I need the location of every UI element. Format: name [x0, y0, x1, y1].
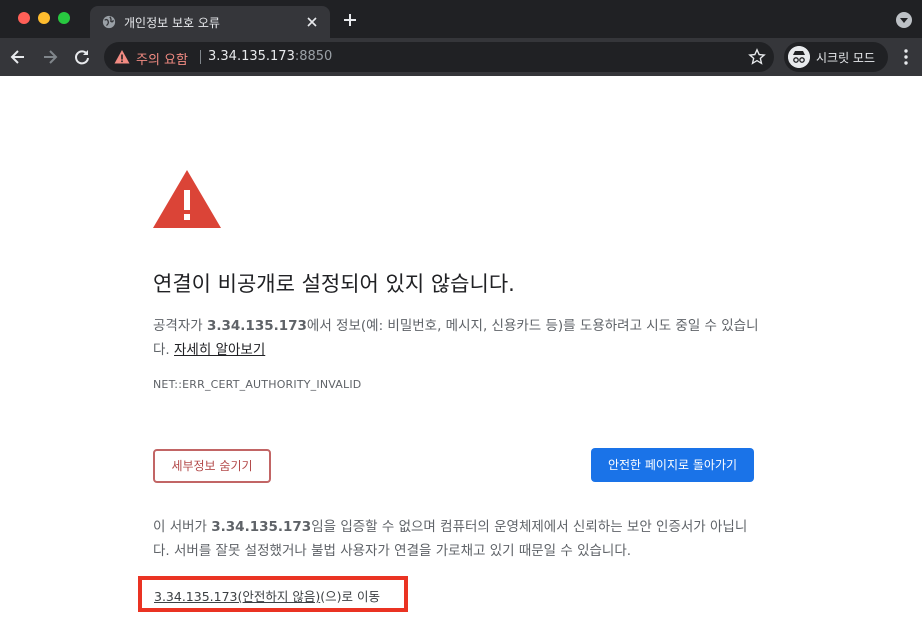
- window-minimize-button[interactable]: [38, 12, 50, 24]
- description-host: 3.34.135.173: [206, 318, 307, 334]
- proceed-suffix: (으)로 이동: [320, 589, 380, 604]
- security-chip[interactable]: 주의 요함: [136, 49, 188, 68]
- proceed-unsafe-link[interactable]: 3.34.135.173(안전하지 않음): [154, 589, 320, 604]
- warning-icon[interactable]: [114, 49, 130, 65]
- star-icon[interactable]: [748, 48, 766, 66]
- toolbar: 주의 요함 3.34.135.173:8850 시크릿 모드: [0, 38, 922, 76]
- proceed-line: 3.34.135.173(안전하지 않음)(으)로 이동: [154, 586, 380, 605]
- page-title: 연결이 비공개로 설정되어 있지 않습니다.: [153, 272, 515, 296]
- incognito-indicator[interactable]: 시크릿 모드: [784, 42, 888, 72]
- details-text: 이 서버가: [153, 519, 212, 535]
- window-maximize-button[interactable]: [58, 12, 70, 24]
- kebab-menu-icon[interactable]: [898, 47, 914, 67]
- details-description: 이 서버가 3.34.135.173임을 입증할 수 없으며 컴퓨터의 운영체제…: [153, 515, 763, 563]
- url-text[interactable]: 3.34.135.173:8850: [208, 49, 332, 64]
- incognito-icon: [788, 46, 810, 68]
- details-host: 3.34.135.173: [211, 519, 312, 535]
- hide-details-button[interactable]: 세부정보 숨기기: [153, 449, 271, 483]
- globe-icon: [102, 15, 116, 29]
- warning-icon: [153, 170, 221, 228]
- url-port: :8850: [294, 49, 333, 64]
- tab-title: 개인정보 보호 오류: [124, 16, 220, 30]
- back-arrow-icon[interactable]: [8, 47, 28, 67]
- description-text: 공격자가: [153, 318, 207, 334]
- forward-arrow-icon[interactable]: [40, 47, 60, 67]
- tab-strip: 개인정보 보호 오류: [0, 0, 922, 38]
- omnibox-divider: [200, 50, 201, 64]
- learn-more-link[interactable]: 자세히 알아보기: [174, 342, 265, 358]
- active-tab[interactable]: 개인정보 보호 오류: [90, 6, 330, 38]
- error-code: NET::ERR_CERT_AUTHORITY_INVALID: [153, 378, 362, 391]
- warning-description: 공격자가 3.34.135.173에서 정보(예: 비밀번호, 메시지, 신용카…: [153, 314, 763, 362]
- close-icon[interactable]: [304, 14, 320, 30]
- window-close-button[interactable]: [18, 12, 30, 24]
- tab-search-icon[interactable]: [896, 12, 912, 28]
- incognito-label: 시크릿 모드: [816, 51, 876, 65]
- address-bar[interactable]: 주의 요함 3.34.135.173:8850: [104, 42, 774, 72]
- reload-icon[interactable]: [72, 47, 92, 67]
- back-to-safety-button[interactable]: 안전한 페이지로 돌아가기: [591, 448, 754, 482]
- plus-icon[interactable]: [340, 10, 360, 30]
- url-host: 3.34.135.173: [208, 49, 295, 64]
